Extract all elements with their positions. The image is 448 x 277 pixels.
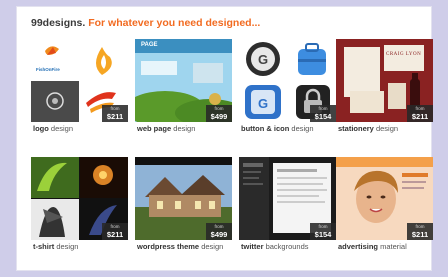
wordpress-theme-design-thumbnail: from $499 bbox=[135, 157, 232, 240]
tagline: For whatever you need designed... bbox=[88, 17, 261, 29]
svg-text:G: G bbox=[258, 52, 268, 67]
category-card-button-icon[interactable]: G G from $154 button & icon design bbox=[239, 39, 336, 135]
g-button-icon: G bbox=[239, 39, 287, 80]
category-card-wordpress-theme[interactable]: from $499 wordpress theme design bbox=[135, 157, 232, 253]
price-amount: $154 bbox=[314, 230, 332, 239]
category-card-advertising[interactable]: from $211 advertising material bbox=[336, 157, 433, 253]
category-card-t-shirt[interactable]: from $211 t-shirt design bbox=[31, 157, 128, 253]
price-from-label: from bbox=[415, 224, 425, 229]
price-badge: from $154 bbox=[310, 223, 336, 240]
price-badge: from $211 bbox=[407, 223, 433, 240]
t-shirt-design-thumbnail: from $211 bbox=[31, 157, 128, 240]
flame-logo-icon bbox=[96, 47, 112, 75]
category-name: wordpress theme bbox=[137, 242, 200, 251]
web-page-header-text: PAGE bbox=[141, 42, 158, 48]
price-amount: $211 bbox=[106, 112, 124, 121]
button-icon-design-thumbnail: G G from $154 bbox=[239, 39, 336, 122]
briefcase-icon bbox=[288, 39, 336, 80]
category-name: logo bbox=[33, 124, 49, 133]
category-caption[interactable]: web page design bbox=[135, 123, 232, 135]
logo-design-thumbnail: FishOnFire from $211 bbox=[31, 39, 128, 122]
category-suffix: backgrounds bbox=[263, 242, 309, 251]
price-amount: $154 bbox=[314, 112, 332, 121]
category-caption[interactable]: wordpress theme design bbox=[135, 241, 232, 253]
price-badge: from $499 bbox=[206, 223, 232, 240]
category-suffix: design bbox=[54, 242, 79, 251]
price-from-label: from bbox=[318, 224, 328, 229]
price-badge: from $211 bbox=[102, 223, 128, 240]
web-page-design-thumbnail: PAGE from $499 bbox=[135, 39, 232, 122]
category-name: stationery bbox=[338, 124, 374, 133]
brand-name: 99designs. bbox=[31, 17, 86, 29]
category-name: button & icon bbox=[241, 124, 290, 133]
category-suffix: design bbox=[171, 124, 196, 133]
price-from-label: from bbox=[318, 106, 328, 111]
price-amount: $211 bbox=[106, 230, 124, 239]
category-card-twitter[interactable]: from $154 twitter backgrounds bbox=[239, 157, 336, 253]
category-caption[interactable]: button & icon design bbox=[239, 123, 336, 135]
stationery-brand-text: CRAIG LYON bbox=[386, 52, 422, 57]
category-caption[interactable]: logo design bbox=[31, 123, 128, 135]
svg-text:G: G bbox=[258, 96, 268, 111]
category-caption[interactable]: stationery design bbox=[336, 123, 433, 135]
gallery-panel: 99designs. For whatever you need designe… bbox=[16, 6, 433, 271]
price-amount: $499 bbox=[210, 112, 228, 121]
category-caption[interactable]: twitter backgrounds bbox=[239, 241, 336, 253]
category-card-stationery[interactable]: CRAIG LYON from $211 stationery design bbox=[336, 39, 433, 135]
category-caption[interactable]: advertising material bbox=[336, 241, 433, 253]
price-from-label: from bbox=[110, 106, 120, 111]
twitter-background-thumbnail: from $154 bbox=[239, 157, 336, 240]
stationery-design-thumbnail: CRAIG LYON from $211 bbox=[336, 39, 433, 122]
advertising-material-thumbnail: from $211 bbox=[336, 157, 433, 240]
category-suffix: design bbox=[199, 242, 224, 251]
price-amount: $211 bbox=[411, 112, 429, 121]
price-amount: $499 bbox=[210, 230, 228, 239]
category-suffix: design bbox=[289, 124, 314, 133]
price-amount: $211 bbox=[411, 230, 429, 239]
logo-brand-text: FishOnFire bbox=[36, 67, 60, 72]
price-from-label: from bbox=[415, 106, 425, 111]
price-badge: from $211 bbox=[102, 105, 128, 122]
page-heading: 99designs. For whatever you need designe… bbox=[31, 17, 260, 29]
g-app-icon: G bbox=[239, 81, 287, 122]
price-from-label: from bbox=[110, 224, 120, 229]
price-from-label: from bbox=[214, 224, 224, 229]
price-badge: from $211 bbox=[407, 105, 433, 122]
category-suffix: material bbox=[378, 242, 407, 251]
price-from-label: from bbox=[214, 106, 224, 111]
price-badge: from $499 bbox=[206, 105, 232, 122]
category-caption[interactable]: t-shirt design bbox=[31, 241, 128, 253]
category-card-web-page[interactable]: PAGE from $499 web page design bbox=[135, 39, 232, 135]
category-card-logo[interactable]: FishOnFire from $211 logo design bbox=[31, 39, 128, 135]
category-name: t-shirt bbox=[33, 242, 55, 251]
fish-logo-icon bbox=[45, 46, 59, 55]
swirl-logo-icon bbox=[46, 92, 64, 110]
category-name: twitter bbox=[241, 242, 264, 251]
category-name: advertising bbox=[338, 242, 379, 251]
category-suffix: design bbox=[48, 124, 74, 133]
price-badge: from $154 bbox=[310, 105, 336, 122]
category-name: web page bbox=[137, 124, 172, 133]
category-suffix: design bbox=[373, 124, 399, 133]
